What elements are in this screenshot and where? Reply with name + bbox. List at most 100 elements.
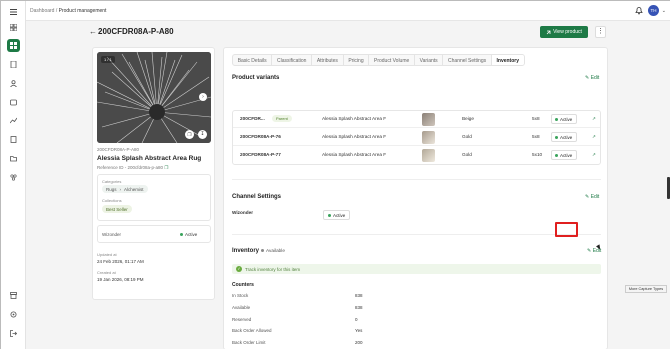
tab-variants[interactable]: Variants: [415, 55, 444, 65]
channel-settings-edit-button[interactable]: ✎ Edit: [585, 194, 599, 200]
product-summary-card: 1 / 1 › ❐ ↧ 200CFDR08A-P-A80 Alessia Spl…: [92, 47, 215, 300]
app-window: Dashboard / Product management TH ⌄ ← 20…: [0, 0, 670, 349]
category-alchemist: Alchemist: [124, 186, 144, 192]
logout-icon[interactable]: [7, 327, 20, 340]
track-inventory-text: Track inventory for this item: [245, 266, 301, 272]
variant-thumbnail: [422, 149, 435, 162]
track-inventory-banner: ✓ Track inventory for this item: [232, 264, 601, 274]
channel-name: Wizonder: [102, 232, 122, 237]
page-title: 200CFDR08A-P-A80: [98, 27, 174, 36]
rug-pattern-image: [97, 52, 211, 143]
pencil-icon: ✎: [585, 194, 590, 200]
variant-name: Alessia Splash Abstract Area F: [322, 152, 387, 157]
tab-classification[interactable]: Classification: [272, 55, 313, 65]
channel-settings-edit-label: Edit: [590, 194, 600, 200]
orders-icon[interactable]: [7, 58, 20, 71]
channel-settings-status: Active: [323, 210, 351, 220]
channel-row: Wizonder Active: [97, 225, 211, 243]
analytics-icon[interactable]: [7, 114, 20, 127]
settings-icon[interactable]: [7, 308, 20, 321]
pencil-icon: ✎: [587, 248, 592, 254]
next-image-icon[interactable]: ›: [199, 93, 207, 101]
status-dot-icon: [261, 249, 264, 252]
tab-inventory[interactable]: Inventory: [491, 55, 524, 65]
counter-value: 200: [355, 340, 363, 345]
counter-label: Available: [232, 305, 251, 310]
updated-label: Updated at: [97, 252, 117, 257]
section-divider: [232, 234, 601, 235]
created-value: 19 Jan 2026, 08:19 PM: [97, 277, 144, 282]
tab-product-volume[interactable]: Product Volume: [369, 55, 415, 65]
tab-pricing[interactable]: Pricing: [344, 55, 370, 65]
variant-status[interactable]: Active: [551, 150, 577, 160]
active-dot-icon: [180, 233, 183, 236]
counter-label: In Stock: [232, 293, 249, 298]
download-icon[interactable]: ↧: [198, 130, 207, 139]
variant-size: 5x8: [532, 116, 540, 121]
table-row[interactable]: 200CFDR... Parent Alessia Splash Abstrac…: [233, 111, 600, 128]
image-counter: 1 / 1: [101, 56, 115, 63]
copy-icon[interactable]: ❐: [185, 130, 194, 139]
tab-attributes[interactable]: Attributes: [312, 55, 344, 65]
active-dot-icon: [555, 135, 558, 139]
reference-id-text: Reference ID - 200cfdr08a-p-a80: [97, 165, 164, 170]
icon-rail: [1, 1, 26, 349]
archive-icon[interactable]: [7, 289, 20, 302]
variant-name: Alessia Splash Abstract Area F: [322, 116, 387, 121]
variant-size: 5x10: [532, 152, 543, 157]
external-link-icon: [546, 30, 551, 34]
variant-size: 5x8: [532, 134, 540, 139]
breadcrumb: Dashboard / Product management: [30, 8, 106, 14]
active-dot-icon: [328, 213, 331, 217]
parent-badge: Parent: [272, 115, 292, 122]
chevron-right-icon: ›: [119, 186, 122, 192]
category-chip: Rugs › Alchemist: [102, 185, 148, 193]
variant-thumbnail: [422, 113, 435, 126]
table-row[interactable]: 200CFDR08A-P-76 Alessia Splash Abstract …: [233, 129, 600, 146]
table-row[interactable]: 200CFDR08A-P-77 Alessia Splash Abstract …: [233, 147, 600, 164]
view-product-button[interactable]: View product: [540, 26, 588, 38]
avatar[interactable]: TH: [648, 5, 659, 16]
variant-status[interactable]: Active: [551, 132, 577, 142]
tab-basic-details[interactable]: Basic Details: [233, 55, 273, 65]
bell-icon[interactable]: [635, 6, 643, 17]
counters-title: Counters: [232, 282, 254, 288]
breadcrumb-root[interactable]: Dashboard: [30, 8, 54, 14]
classification-box: Categories Rugs › Alchemist Collections …: [97, 174, 211, 221]
inbox-icon[interactable]: [7, 96, 20, 109]
variant-name: Alessia Splash Abstract Area F: [322, 134, 387, 139]
chevron-down-icon[interactable]: ⌄: [662, 8, 666, 14]
folder-icon[interactable]: [7, 152, 20, 165]
open-variant-icon[interactable]: ↗: [592, 134, 596, 140]
variant-color: Gold: [462, 134, 472, 139]
more-options-icon[interactable]: ⋮: [595, 26, 606, 38]
menu-icon[interactable]: [7, 5, 20, 18]
inventory-availability-text: Available: [266, 248, 285, 253]
open-variant-icon[interactable]: ↗: [592, 152, 596, 158]
team-icon[interactable]: [7, 171, 20, 184]
channel-status-text: Active: [185, 232, 198, 237]
pencil-icon: ✎: [585, 75, 590, 81]
variant-color: Gold: [462, 152, 472, 157]
product-image[interactable]: 1 / 1 › ❐ ↧: [97, 52, 211, 143]
highlight-box: [555, 222, 578, 237]
variants-edit-button[interactable]: ✎ Edit: [585, 75, 599, 81]
copy-reference-icon[interactable]: ❐: [164, 165, 168, 170]
channel-status: Active: [180, 232, 197, 237]
back-arrow-icon[interactable]: ←: [89, 27, 97, 36]
dashboard-icon[interactable]: [7, 21, 20, 34]
tab-bar: Basic Details Classification Attributes …: [232, 54, 525, 66]
tab-channel-settings[interactable]: Channel Settings: [443, 55, 492, 65]
products-icon[interactable]: [7, 39, 20, 52]
document-icon[interactable]: [7, 133, 20, 146]
variants-title: Product variants: [232, 75, 280, 81]
channel-settings-title: Channel Settings: [232, 194, 282, 200]
capture-types-tooltip: More Capture Types: [625, 285, 667, 293]
variant-color: Beige: [462, 116, 474, 121]
user-icon[interactable]: [7, 77, 20, 90]
variants-edit-label: Edit: [590, 75, 600, 81]
variant-status[interactable]: Active: [551, 114, 577, 124]
collections-label: Collections: [102, 198, 122, 203]
open-variant-icon[interactable]: ↗: [592, 116, 596, 122]
counter-value: 0: [355, 317, 358, 322]
